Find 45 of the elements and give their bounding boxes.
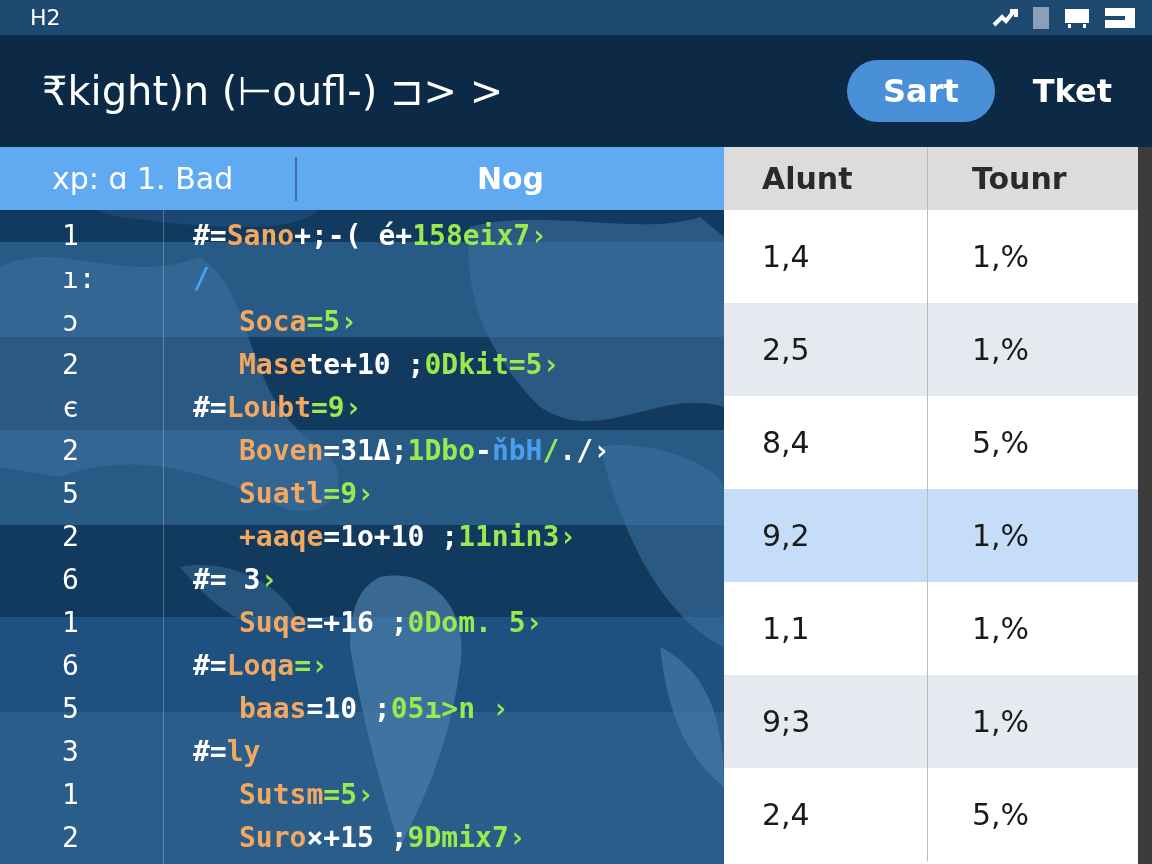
code-line: Suatl=9›: [238, 476, 375, 512]
code-line: #=Sano+;-( é+158eix7›: [192, 218, 549, 254]
code-line: #=Loqa=›: [192, 648, 329, 684]
line-number: 3: [61, 734, 80, 770]
table-cell-text: 9,2: [761, 517, 811, 555]
column-header[interactable]: Alunt: [724, 147, 927, 210]
line-number: 1: [61, 218, 80, 254]
line-number: 2: [61, 519, 80, 555]
scrollbar[interactable]: [1138, 147, 1152, 864]
app-title: H2: [30, 5, 61, 30]
table-cell-text: 1,4: [761, 238, 811, 276]
code-line: baas=10 ;05ı>n ›: [238, 691, 510, 727]
window-icon[interactable]: [1104, 6, 1136, 29]
line-number: 6: [61, 562, 80, 598]
table-cell-text: 2,5: [761, 331, 811, 369]
code-line: #=Loubt=9›: [192, 390, 363, 426]
line-number: 6: [61, 648, 80, 684]
code-line: Masete+10 ;0Dkit=5›: [238, 347, 561, 383]
bookmark-icon[interactable]: [1032, 5, 1050, 30]
code-line: #= 3›: [192, 562, 279, 598]
code-line: +aaqe=1o+10 ;11nin3›: [238, 519, 578, 555]
code-line: Sutsm=5›: [238, 777, 375, 813]
line-number: ı:: [61, 261, 97, 297]
code-line: /: [192, 261, 211, 297]
monitor-icon[interactable]: [1064, 6, 1090, 29]
line-number: 5: [61, 691, 80, 727]
table-cell-text: 2,4: [761, 796, 811, 834]
page-title: ₹kight)n (⊢oufl-) ⊐> >: [42, 68, 505, 114]
code-line: #=ly: [192, 734, 262, 770]
line-number: ɔ: [61, 304, 80, 340]
line-number: 2: [61, 433, 80, 469]
line-number: 1: [61, 777, 80, 813]
line-number: 1: [61, 605, 80, 641]
code-line: Boven=31Δ;1Dbo-ňbH/./›: [238, 433, 611, 469]
table-cell-text: 1,1: [761, 610, 811, 648]
text-button[interactable]: Tket: [1032, 68, 1112, 114]
table-cell-text: 8,4: [761, 424, 811, 462]
code-line: Suqe=+16 ;0Dom. 5›: [238, 605, 544, 641]
code-line: Suro×+15 ;9Dmix7›: [238, 820, 527, 856]
line-number: 2: [61, 347, 80, 383]
line-number: 5: [61, 476, 80, 512]
code-line: Soca=5›: [238, 304, 358, 340]
line-number: є: [61, 390, 80, 426]
line-number: 2: [61, 820, 80, 856]
table-cell-text: 9;3: [761, 703, 812, 741]
